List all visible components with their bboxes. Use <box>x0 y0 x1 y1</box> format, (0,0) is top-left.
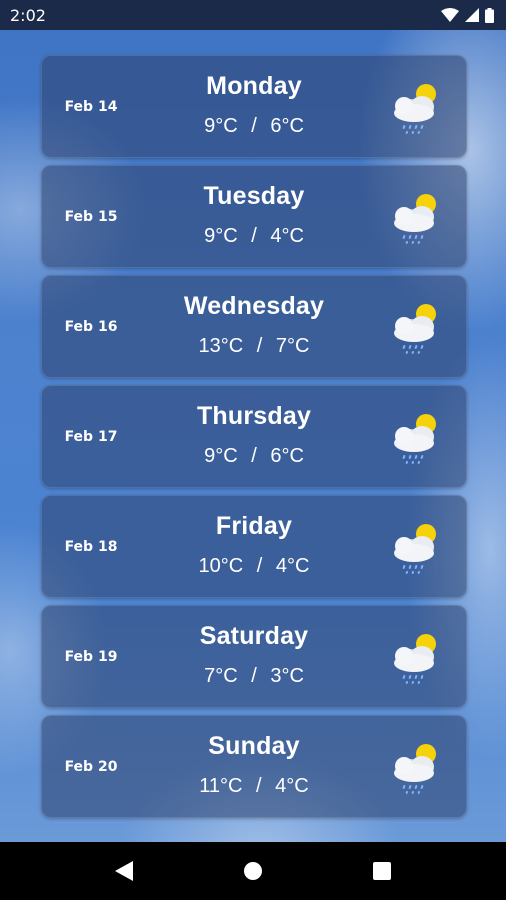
forecast-center: Sunday 11°C / 4°C <box>140 732 368 798</box>
forecast-temps: 13°C / 7°C <box>140 335 368 358</box>
battery-icon <box>485 7 494 23</box>
forecast-card-wednesday[interactable]: Feb 16 Wednesday 13°C / 7°C <box>41 275 467 378</box>
forecast-day: Tuesday <box>203 182 305 210</box>
navigation-bar <box>0 842 506 900</box>
sun-cloud-rain-icon <box>394 414 436 464</box>
sun-cloud-rain-icon <box>394 194 436 244</box>
forecast-date: Feb 14 <box>64 98 118 115</box>
sun-cloud-rain-icon <box>394 744 436 794</box>
recents-button[interactable] <box>362 851 402 891</box>
temp-low: 6°C <box>270 445 304 467</box>
forecast-day: Saturday <box>199 622 309 650</box>
temp-high: 9°C <box>204 445 238 467</box>
temp-low: 4°C <box>275 775 309 797</box>
status-icons <box>441 7 494 23</box>
temp-low: 6°C <box>270 115 304 137</box>
temp-separator: / <box>251 445 257 467</box>
forecast-date: Feb 19 <box>64 648 118 665</box>
forecast-temps: 9°C / 6°C <box>140 445 368 468</box>
sun-cloud-rain-icon <box>394 84 436 134</box>
temp-low: 4°C <box>270 225 304 247</box>
forecast-card-thursday[interactable]: Feb 17 Thursday 9°C / 6°C <box>41 385 467 488</box>
sun-cloud-rain-icon <box>394 304 436 354</box>
wifi-icon <box>441 8 459 22</box>
forecast-card-tuesday[interactable]: Feb 15 Tuesday 9°C / 4°C <box>41 165 467 268</box>
recents-icon <box>372 862 391 880</box>
temp-high: 7°C <box>204 665 238 687</box>
forecast-day: Wednesday <box>183 292 325 320</box>
forecast-center: Wednesday 13°C / 7°C <box>140 292 368 358</box>
temp-high: 11°C <box>199 775 243 797</box>
home-button[interactable] <box>233 851 273 891</box>
forecast-day: Friday <box>215 512 293 540</box>
temp-separator: / <box>251 225 257 247</box>
forecast-date: Feb 18 <box>64 538 118 555</box>
home-icon <box>243 862 262 880</box>
back-button[interactable] <box>104 851 144 891</box>
forecast-temps: 10°C / 4°C <box>140 555 368 578</box>
forecast-date: Feb 15 <box>64 208 118 225</box>
forecast-date: Feb 20 <box>64 758 118 775</box>
back-icon <box>115 861 134 881</box>
temp-high: 9°C <box>204 115 238 137</box>
forecast-list: Feb 14 Monday 9°C / 6°C Feb 15 Tuesday 9… <box>41 55 467 818</box>
forecast-center: Thursday 9°C / 6°C <box>140 402 368 468</box>
forecast-date: Feb 16 <box>64 318 118 335</box>
temp-low: 4°C <box>275 555 310 577</box>
status-bar: 2:02 <box>0 0 506 30</box>
temp-high: 13°C <box>198 335 244 357</box>
temp-separator: / <box>256 335 263 357</box>
forecast-temps: 7°C / 3°C <box>140 665 368 688</box>
temp-separator: / <box>251 665 257 687</box>
sun-cloud-rain-icon <box>394 634 436 684</box>
forecast-temps: 11°C / 4°C <box>140 775 368 798</box>
forecast-temps: 9°C / 6°C <box>140 115 368 138</box>
forecast-card-monday[interactable]: Feb 14 Monday 9°C / 6°C <box>41 55 467 158</box>
temp-separator: / <box>251 115 257 137</box>
status-time: 2:02 <box>10 5 46 25</box>
temp-low: 7°C <box>275 335 310 357</box>
forecast-center: Friday 10°C / 4°C <box>140 512 368 578</box>
sun-cloud-rain-icon <box>394 524 436 574</box>
temp-low: 3°C <box>270 665 304 687</box>
forecast-center: Tuesday 9°C / 4°C <box>140 182 368 248</box>
forecast-day: Monday <box>206 72 302 100</box>
forecast-center: Monday 9°C / 6°C <box>140 72 368 138</box>
forecast-center: Saturday 7°C / 3°C <box>140 622 368 688</box>
temp-separator: / <box>256 775 262 797</box>
forecast-day: Sunday <box>208 732 300 760</box>
temp-high: 10°C <box>198 555 244 577</box>
temp-separator: / <box>256 555 263 577</box>
forecast-card-friday[interactable]: Feb 18 Friday 10°C / 4°C <box>41 495 467 598</box>
forecast-card-sunday[interactable]: Feb 20 Sunday 11°C / 4°C <box>41 715 467 818</box>
temp-high: 9°C <box>204 225 238 247</box>
cell-signal-icon <box>465 8 479 22</box>
forecast-card-saturday[interactable]: Feb 19 Saturday 7°C / 3°C <box>41 605 467 708</box>
forecast-temps: 9°C / 4°C <box>140 225 368 248</box>
forecast-day: Thursday <box>196 402 312 430</box>
forecast-date: Feb 17 <box>64 428 118 445</box>
